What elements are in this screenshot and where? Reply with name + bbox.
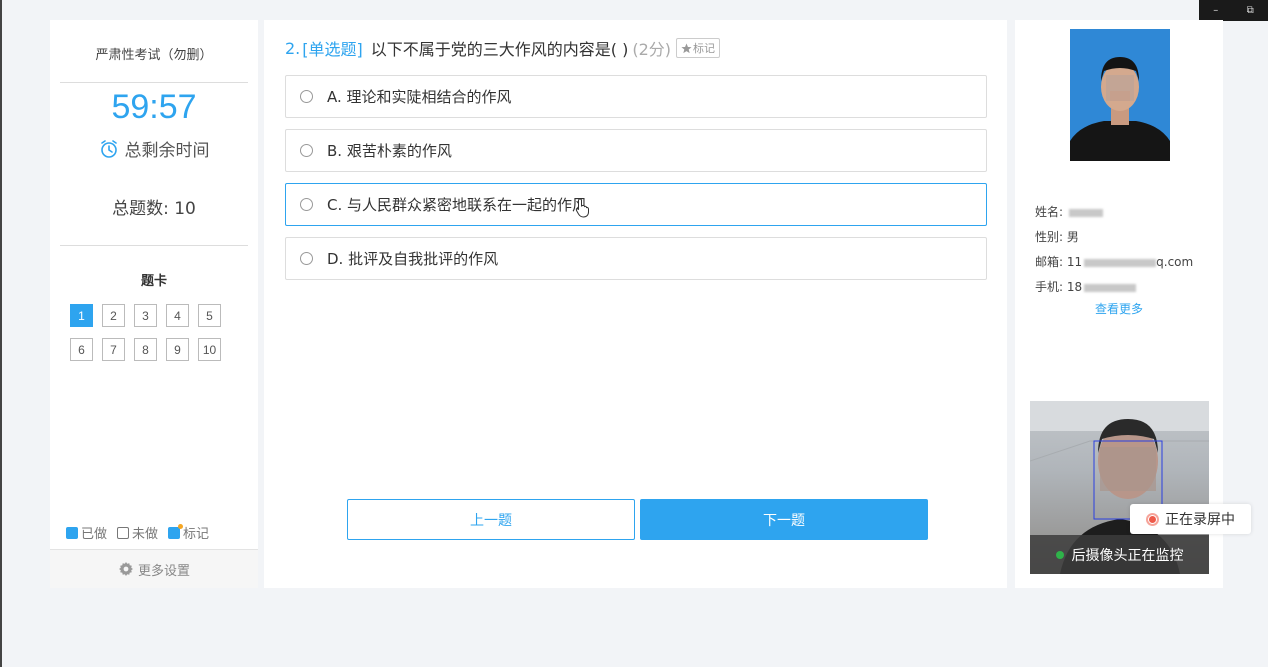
radio-button[interactable] — [300, 144, 313, 157]
more-settings-label: 更多设置 — [137, 563, 190, 579]
question-card-item[interactable]: 7 — [102, 338, 125, 361]
phone-row: 手机: 18 — [1035, 275, 1193, 300]
answer-legend: 已做 未做 标记 — [66, 523, 209, 542]
camera-feed: 后摄像头正在监控 — [1030, 401, 1209, 574]
option-a[interactable]: A. 理论和实陡相结合的作风 — [285, 75, 987, 118]
question-card-item[interactable]: 4 — [166, 304, 189, 327]
total-questions: 总题数: 10 — [112, 199, 196, 219]
legend-done: 已做 — [66, 523, 107, 542]
mark-question-button[interactable]: 标记 — [676, 38, 721, 58]
hand-cursor-icon — [575, 197, 590, 218]
answer-card-title: 题卡 — [140, 274, 167, 289]
more-settings-button[interactable]: 更多设置 — [50, 549, 258, 588]
legend-undone: 未做 — [117, 523, 158, 542]
alarm-clock-icon — [100, 139, 117, 158]
view-more-link[interactable]: 查看更多 — [1015, 300, 1223, 317]
record-dot-icon — [1146, 512, 1159, 526]
redacted-value — [1068, 208, 1103, 217]
question-card-item[interactable]: 5 — [198, 304, 221, 327]
question-score: (2分) — [632, 40, 672, 59]
name-row: 姓名: — [1035, 200, 1193, 225]
question-type: [单选题] — [302, 40, 363, 59]
countdown-timer: 59:57 — [111, 88, 197, 126]
question-card-item[interactable]: 2 — [102, 304, 125, 327]
restore-button[interactable]: ⧉ — [1247, 5, 1254, 16]
option-text: B. 艰苦朴素的作风 — [327, 142, 452, 160]
option-b[interactable]: B. 艰苦朴素的作风 — [285, 129, 987, 172]
recording-text: 正在录屏中 — [1165, 512, 1235, 528]
option-d[interactable]: D. 批评及自我批评的作风 — [285, 237, 987, 280]
camera-active-indicator-icon — [1055, 550, 1064, 559]
option-c[interactable]: C. 与人民群众紧密地联系在一起的作风 — [285, 183, 987, 226]
divider — [60, 82, 248, 83]
question-card-item[interactable]: 6 — [70, 338, 93, 361]
remaining-time-label: 总剩余时间 — [124, 141, 210, 161]
divider — [60, 245, 248, 246]
question-card-item[interactable]: 10 — [198, 338, 221, 361]
option-text: A. 理论和实陡相结合的作风 — [327, 88, 512, 106]
candidate-photo — [1070, 29, 1170, 161]
question-number: 2. — [285, 38, 301, 58]
minimize-button[interactable]: – — [1213, 5, 1218, 16]
camera-status-text: 后摄像头正在监控 — [1071, 547, 1184, 564]
previous-question-button[interactable]: 上一题 — [347, 499, 635, 540]
exam-sidebar: 严肃性考试（勿删） 59:57 总剩余时间 总题数: 10 题卡 12345 67… — [50, 20, 258, 588]
question-card-item[interactable]: 1 — [70, 304, 93, 327]
next-question-button[interactable]: 下一题 — [640, 499, 928, 540]
question-card-item[interactable]: 3 — [134, 304, 157, 327]
camera-status-bar: 后摄像头正在监控 — [1030, 535, 1209, 574]
gender-row: 性别: 男 — [1035, 230, 1079, 244]
redacted-value — [1084, 283, 1137, 292]
mark-label: 标记 — [693, 42, 716, 55]
exam-title: 严肃性考试（勿删） — [95, 48, 213, 63]
star-icon — [681, 43, 692, 53]
answer-card-grid: 1 2 3 4 5 6 7 8 9 10 — [70, 304, 235, 361]
radio-button[interactable] — [300, 90, 313, 103]
question-panel: 2. [单选题] 以下不属于党的三大作风的内容是( ) (2分) 标记 A. 理… — [264, 20, 1007, 588]
email-row: 邮箱: 11 q.com — [1035, 255, 1194, 269]
radio-button[interactable] — [300, 252, 313, 265]
done-square-icon — [66, 526, 78, 539]
person-portrait-icon — [1070, 29, 1170, 161]
question-text: 以下不属于党的三大作风的内容是( ) — [370, 40, 629, 59]
undone-square-icon — [117, 526, 130, 539]
marked-square-icon — [168, 523, 184, 539]
recording-badge: 正在录屏中 — [1130, 504, 1251, 534]
remaining-time: 总剩余时间 — [50, 136, 258, 161]
option-text: D. 批评及自我批评的作风 — [327, 250, 499, 268]
question-header: 2. [单选题] 以下不属于党的三大作风的内容是( ) (2分) 标记 — [285, 36, 721, 60]
radio-button[interactable] — [300, 198, 313, 211]
legend-marked: 标记 — [168, 523, 209, 542]
redacted-value — [1084, 258, 1157, 267]
option-text: C. 与人民群众紧密地联系在一起的作风 — [327, 196, 588, 214]
question-card-item[interactable]: 9 — [166, 338, 189, 361]
window-controls: – ⧉ — [1199, 0, 1268, 21]
question-card-item[interactable]: 8 — [134, 338, 157, 361]
candidate-info: 姓名: 性别: 男 邮箱: 11 q.com 手机: 18 — [1035, 200, 1193, 300]
gear-icon — [118, 562, 133, 576]
candidate-panel: 姓名: 性别: 男 邮箱: 11 q.com 手机: 18 查看更多 后摄像头正在… — [1015, 20, 1223, 588]
